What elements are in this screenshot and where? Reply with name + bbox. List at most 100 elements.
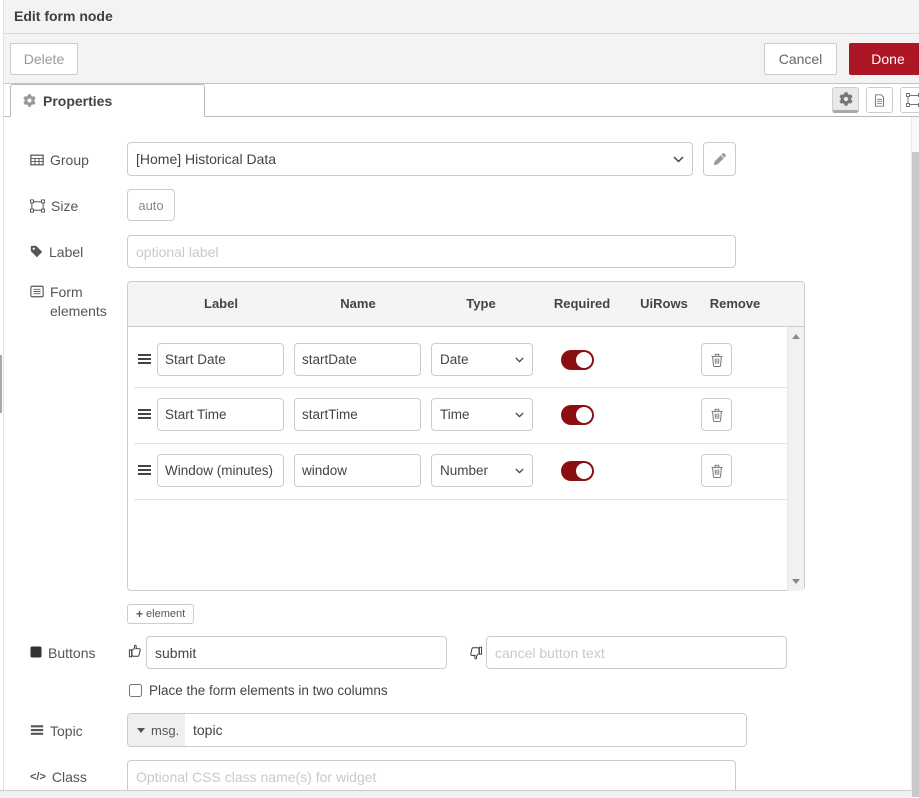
row-separator: [134, 499, 789, 500]
form-element-row: Date: [128, 343, 804, 376]
column-header-required: Required: [554, 282, 610, 326]
size-field-label: Size: [30, 197, 78, 216]
group-field-label: Group: [30, 151, 89, 170]
square-icon: [30, 646, 42, 658]
required-toggle[interactable]: [561, 350, 594, 370]
element-type-select[interactable]: Number: [431, 454, 533, 487]
trash-icon: [711, 353, 723, 367]
plus-icon: +: [136, 607, 143, 621]
drag-handle-icon[interactable]: [138, 409, 151, 421]
scrollbar-thumb[interactable]: [912, 152, 919, 797]
two-columns-checkbox[interactable]: [129, 684, 142, 697]
edit-group-button[interactable]: [703, 142, 736, 176]
node-settings-button[interactable]: [832, 87, 859, 113]
table-scrollbar[interactable]: [787, 327, 804, 591]
element-name-input[interactable]: [294, 398, 421, 431]
object-group-icon: [30, 199, 45, 213]
required-toggle[interactable]: [561, 405, 594, 425]
css-class-input[interactable]: [127, 760, 736, 793]
object-group-icon: [906, 93, 919, 107]
chevron-down-icon: [673, 156, 684, 163]
row-separator: [134, 387, 789, 388]
form-elements-label: Form elements: [30, 283, 106, 321]
topic-type-selector[interactable]: msg.: [128, 714, 185, 746]
node-description-button[interactable]: [866, 87, 893, 113]
required-toggle[interactable]: [561, 461, 594, 481]
gear-icon: [839, 92, 853, 106]
gear-icon: [23, 94, 36, 107]
class-field-label: </> Class: [30, 768, 87, 787]
trash-icon: [711, 408, 723, 422]
topic-value-input[interactable]: [185, 714, 746, 746]
thumbs-down-icon: [468, 645, 483, 661]
submit-button-text-input[interactable]: [146, 636, 447, 669]
thumbs-up-icon: [128, 643, 143, 659]
size-button[interactable]: auto: [127, 189, 175, 221]
trash-icon: [711, 464, 723, 478]
element-name-input[interactable]: [294, 454, 421, 487]
document-icon: [873, 93, 886, 108]
done-button[interactable]: Done: [849, 43, 919, 75]
group-select[interactable]: [Home] Historical Data: [127, 142, 693, 176]
column-header-type: Type: [466, 282, 495, 326]
chevron-down-icon: [515, 468, 524, 474]
dialog-scrollbar[interactable]: [911, 117, 919, 797]
table-icon: [30, 153, 44, 167]
form-elements-table: Label Name Type Required UiRows Remove D…: [127, 281, 805, 591]
add-element-button[interactable]: + element: [127, 604, 194, 624]
drag-handle-icon[interactable]: [138, 465, 151, 477]
tasks-icon: [30, 724, 44, 737]
dialog-button-bar: Delete Cancel Done: [4, 34, 919, 84]
form-element-row: Number: [128, 454, 804, 487]
delete-element-button[interactable]: [701, 343, 732, 376]
scroll-up-icon[interactable]: [792, 334, 800, 339]
dialog-title: Edit form node: [14, 8, 113, 24]
two-columns-option: Place the form elements in two columns: [129, 683, 388, 698]
tag-icon: [30, 245, 43, 258]
element-name-input[interactable]: [294, 343, 421, 376]
code-icon: </>: [30, 768, 46, 787]
buttons-field-label: Buttons: [30, 644, 95, 663]
row-separator: [134, 443, 789, 444]
drag-handle-icon[interactable]: [138, 354, 151, 366]
tab-properties[interactable]: Properties: [10, 84, 205, 117]
column-header-uirows: UiRows: [640, 282, 688, 326]
topic-typed-input: msg.: [127, 713, 747, 747]
node-appearance-button[interactable]: [900, 87, 919, 113]
topic-type-label: msg.: [151, 723, 179, 738]
tray-resize-grip[interactable]: [0, 355, 2, 413]
element-type-select[interactable]: Date: [431, 343, 533, 376]
form-elements-table-body: Date Time: [128, 327, 804, 591]
pencil-icon: [714, 153, 726, 165]
dialog-title-bar: Edit form node: [4, 0, 919, 34]
chevron-down-icon: [515, 412, 524, 418]
delete-button[interactable]: Delete: [10, 43, 78, 75]
caret-down-icon: [137, 728, 145, 733]
toggle-knob: [576, 352, 592, 368]
toggle-knob: [576, 407, 592, 423]
topic-field-label: Topic: [30, 722, 83, 741]
chevron-down-icon: [515, 357, 524, 363]
cancel-button[interactable]: Cancel: [764, 43, 837, 75]
tab-properties-label: Properties: [43, 93, 112, 109]
form-element-row: Time: [128, 398, 804, 431]
column-header-remove: Remove: [710, 282, 761, 326]
scroll-down-icon[interactable]: [792, 579, 800, 584]
two-columns-label: Place the form elements in two columns: [149, 683, 388, 698]
element-label-input[interactable]: [157, 454, 284, 487]
delete-element-button[interactable]: [701, 398, 732, 431]
toggle-knob: [576, 463, 592, 479]
column-header-label: Label: [204, 282, 238, 326]
properties-panel: Group [Home] Historical Data Size auto L…: [4, 117, 911, 790]
group-select-value: [Home] Historical Data: [136, 151, 276, 167]
column-header-name: Name: [340, 282, 375, 326]
element-type-select[interactable]: Time: [431, 398, 533, 431]
list-alt-icon: [30, 285, 44, 298]
element-label-input[interactable]: [157, 343, 284, 376]
label-input[interactable]: [127, 235, 736, 268]
delete-element-button[interactable]: [701, 454, 732, 487]
form-elements-table-header: Label Name Type Required UiRows Remove: [128, 282, 804, 327]
element-label-input[interactable]: [157, 398, 284, 431]
cancel-button-text-input[interactable]: [486, 636, 787, 669]
label-field-label: Label: [30, 243, 83, 262]
